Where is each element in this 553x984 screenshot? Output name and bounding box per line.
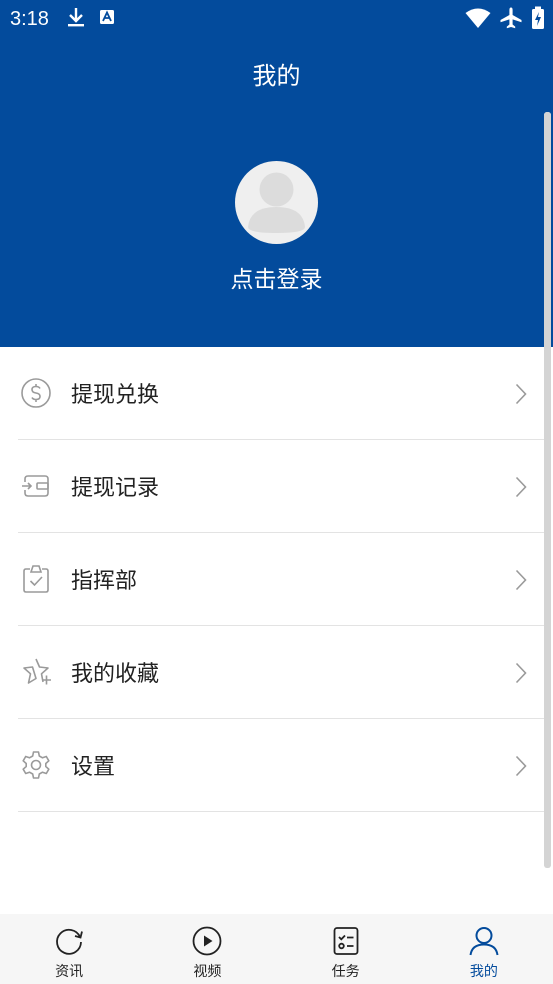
- menu-item-command-center[interactable]: 指挥部: [18, 533, 545, 626]
- star-plus-icon: [19, 655, 53, 689]
- tab-label: 资讯: [55, 964, 84, 980]
- scrollbar[interactable]: [544, 112, 551, 868]
- tab-mine[interactable]: 我的: [415, 914, 553, 984]
- bottom-nav: 资讯 视频 任务 我的: [0, 914, 553, 984]
- download-icon: [67, 7, 85, 31]
- chevron-right-icon: [515, 662, 527, 688]
- clipboard-check-icon: [19, 562, 53, 596]
- chevron-right-icon: [515, 569, 527, 595]
- menu-item-label: 提现记录: [71, 476, 160, 501]
- wallet-icon: [19, 469, 53, 503]
- tab-video[interactable]: 视频: [138, 914, 276, 984]
- refresh-circle-icon: [52, 924, 86, 958]
- wifi-icon: [465, 7, 491, 33]
- status-bar: 3:18: [0, 0, 553, 38]
- menu-item-label: 提现兑换: [71, 383, 160, 408]
- battery-charging-icon: [531, 6, 545, 34]
- menu-item-label: 设置: [71, 755, 116, 780]
- menu-list: 提现兑换 提现记录 指挥部 我的收藏 设置: [18, 347, 545, 812]
- user-icon: [467, 924, 501, 958]
- tab-label: 任务: [331, 964, 360, 980]
- scrollbar-thumb[interactable]: [544, 112, 551, 868]
- gear-icon: [19, 748, 53, 782]
- chevron-right-icon: [515, 383, 527, 409]
- login-link[interactable]: 点击登录: [0, 260, 553, 294]
- task-list-icon: [329, 924, 363, 958]
- avatar[interactable]: [235, 161, 318, 244]
- user-placeholder-icon: [248, 172, 305, 233]
- menu-item-withdraw-exchange[interactable]: 提现兑换: [18, 347, 545, 440]
- tab-label: 视频: [193, 964, 222, 980]
- tab-label: 我的: [469, 964, 498, 980]
- status-time: 3:18: [10, 7, 49, 30]
- menu-item-withdraw-records[interactable]: 提现记录: [18, 440, 545, 533]
- dollar-circle-icon: [19, 376, 53, 410]
- profile-header: 我的 点击登录: [0, 38, 553, 347]
- page-title: 我的: [252, 62, 301, 90]
- status-left-icons: [67, 7, 115, 31]
- chevron-right-icon: [515, 476, 527, 502]
- menu-item-label: 我的收藏: [71, 662, 160, 687]
- font-a-icon: [99, 9, 115, 29]
- status-right-icons: [465, 6, 545, 34]
- chevron-right-icon: [515, 755, 527, 781]
- menu-item-my-favorites[interactable]: 我的收藏: [18, 626, 545, 719]
- tab-tasks[interactable]: 任务: [277, 914, 415, 984]
- play-circle-icon: [190, 924, 224, 958]
- tab-news[interactable]: 资讯: [0, 914, 138, 984]
- menu-item-settings[interactable]: 设置: [18, 719, 545, 812]
- menu-item-label: 指挥部: [71, 569, 138, 594]
- airplane-icon: [499, 6, 523, 34]
